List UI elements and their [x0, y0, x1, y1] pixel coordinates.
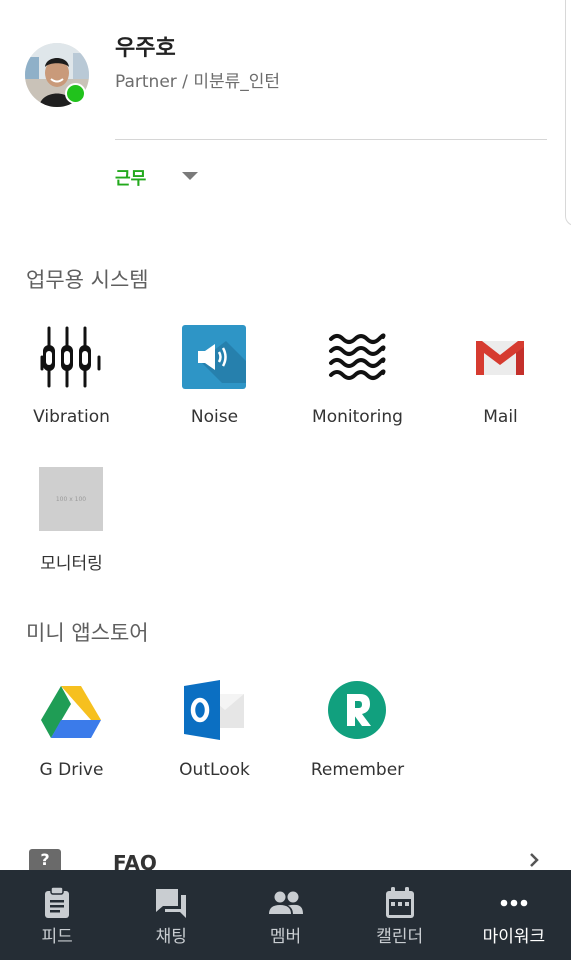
app-outlook[interactable]: OutLook [143, 678, 286, 798]
nav-chat[interactable]: 채팅 [114, 870, 228, 960]
app-vibration[interactable]: Vibration [0, 325, 143, 445]
side-panel-edge [565, 0, 571, 226]
feed-icon [39, 886, 75, 920]
google-drive-icon [39, 678, 103, 742]
placeholder-text: 100 x 100 [55, 495, 87, 503]
app-monitoring-kr[interactable]: 100 x 100 모니터링 [0, 467, 143, 587]
mail-icon [468, 325, 532, 389]
outlook-icon [182, 678, 246, 742]
app-monitoring[interactable]: Monitoring [286, 325, 429, 445]
nav-members[interactable]: 멤버 [228, 870, 342, 960]
section-title-work-systems: 업무용 시스템 [26, 268, 149, 292]
divider [115, 139, 547, 140]
app-remember[interactable]: Remember [286, 678, 429, 798]
app-label: Vibration [33, 407, 110, 427]
section-title-mini-store: 미니 앱스토어 [26, 621, 149, 645]
chevron-right-icon [530, 853, 539, 867]
app-mail[interactable]: Mail [429, 325, 571, 445]
profile-role: Partner / 미분류_인턴 [115, 72, 281, 92]
app-label: Monitoring [312, 407, 403, 427]
nav-mywork[interactable]: 마이워크 [457, 870, 571, 960]
more-icon [496, 886, 532, 920]
app-label: Mail [483, 407, 518, 427]
app-google-drive[interactable]: G Drive [0, 678, 143, 798]
work-status-dropdown[interactable]: 근무 [115, 162, 199, 190]
members-icon [268, 886, 304, 920]
app-label: 모니터링 [40, 554, 103, 574]
nav-label: 피드 [41, 927, 73, 947]
app-label: Noise [190, 407, 239, 427]
remember-icon [325, 678, 389, 742]
noise-icon [182, 325, 246, 389]
monitoring-icon [325, 325, 389, 389]
nav-label: 채팅 [155, 927, 187, 947]
calendar-icon [382, 886, 418, 920]
nav-label: 마이워크 [482, 927, 546, 947]
caret-down-icon [182, 172, 199, 180]
nav-label: 멤버 [269, 927, 302, 947]
bottom-nav: 피드 채팅 멤버 캘린더 마이워크 [0, 870, 571, 960]
work-status-label: 근무 [115, 168, 147, 189]
placeholder-icon: 100 x 100 [39, 467, 103, 531]
app-label: OutLook [179, 760, 250, 780]
nav-calendar[interactable]: 캘린더 [343, 870, 457, 960]
app-label: Remember [310, 760, 405, 780]
nav-label: 캘린더 [376, 927, 424, 947]
profile-name: 우주호 [115, 36, 176, 61]
nav-feed[interactable]: 피드 [0, 870, 114, 960]
app-noise[interactable]: Noise [143, 325, 286, 445]
vibration-icon [39, 325, 103, 389]
online-status-dot [65, 83, 86, 104]
app-label: G Drive [39, 760, 104, 780]
chat-icon [153, 886, 189, 920]
